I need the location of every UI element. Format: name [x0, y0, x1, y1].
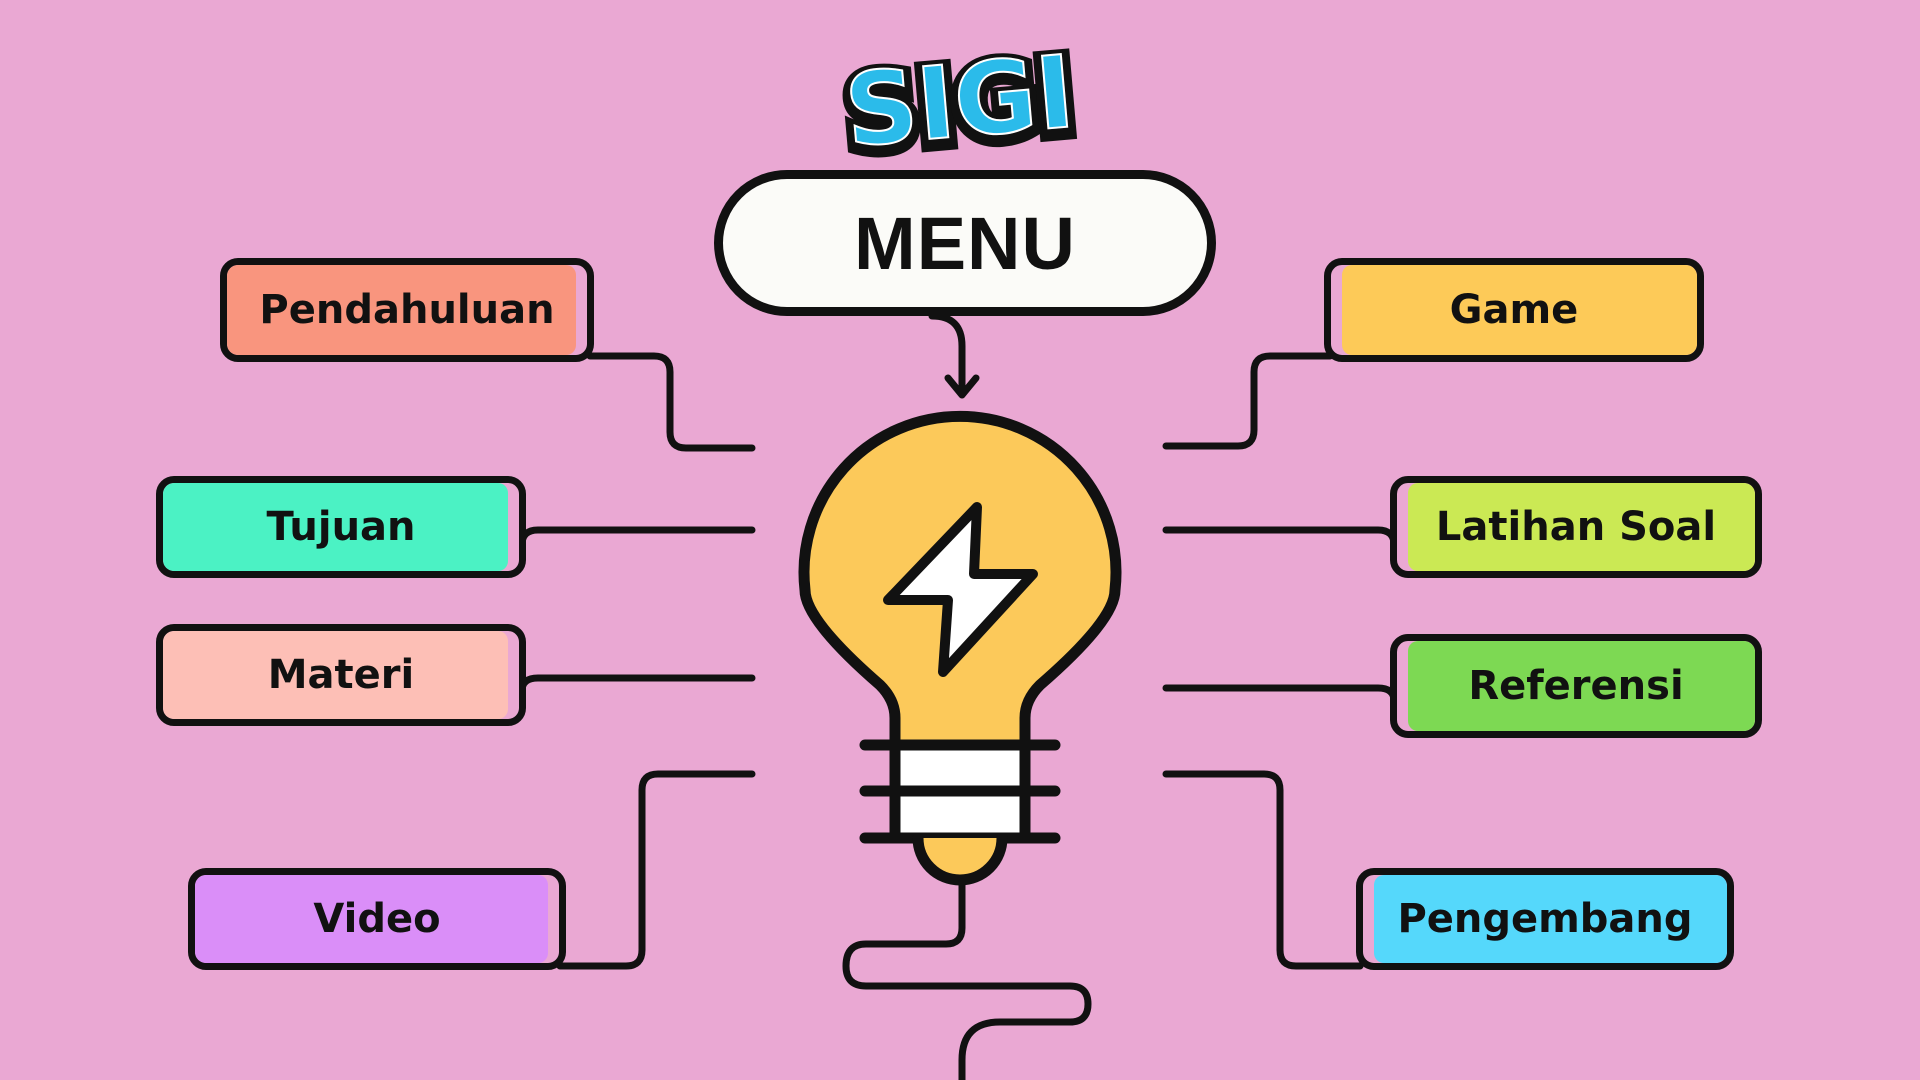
menu-button-label: Materi	[267, 652, 415, 698]
svg-text:SIGI: SIGI	[841, 33, 1079, 168]
menu-screen: SIGI SIGI MENU Pendahuluan Tujuan Materi…	[0, 0, 1920, 1080]
menu-button-latihan-soal[interactable]: Latihan Soal	[1390, 476, 1762, 578]
menu-button-game[interactable]: Game	[1324, 258, 1704, 362]
menu-button-referensi[interactable]: Referensi	[1390, 634, 1762, 738]
menu-button-label: Video	[313, 896, 441, 942]
menu-button-label: Tujuan	[266, 504, 416, 550]
menu-button-pengembang[interactable]: Pengembang	[1356, 868, 1734, 970]
menu-arrow	[928, 312, 980, 399]
connector-latihan-soal	[1162, 526, 1398, 549]
connector-pengembang	[1162, 770, 1364, 970]
menu-title: MENU	[714, 170, 1216, 316]
connector-video	[556, 770, 756, 970]
menu-title-text: MENU	[854, 201, 1076, 285]
connector-referensi	[1162, 684, 1398, 705]
menu-button-pendahuluan[interactable]: Pendahuluan	[220, 258, 594, 362]
menu-button-label: Pendahuluan	[259, 287, 555, 333]
connector-tujuan	[518, 526, 756, 549]
connector-pendahuluan	[586, 352, 756, 452]
menu-button-video[interactable]: Video	[188, 868, 566, 970]
menu-button-label: Game	[1449, 287, 1579, 333]
connector-game	[1162, 352, 1334, 450]
menu-button-label: Pengembang	[1397, 896, 1693, 942]
menu-button-label: Latihan Soal	[1435, 504, 1717, 550]
menu-button-tujuan[interactable]: Tujuan	[156, 476, 526, 578]
menu-button-label: Referensi	[1468, 663, 1684, 709]
menu-button-materi[interactable]: Materi	[156, 624, 526, 726]
sigi-logo: SIGI SIGI	[832, 28, 1088, 168]
connector-materi	[518, 674, 756, 695]
lightbulb-icon	[798, 410, 1122, 1080]
